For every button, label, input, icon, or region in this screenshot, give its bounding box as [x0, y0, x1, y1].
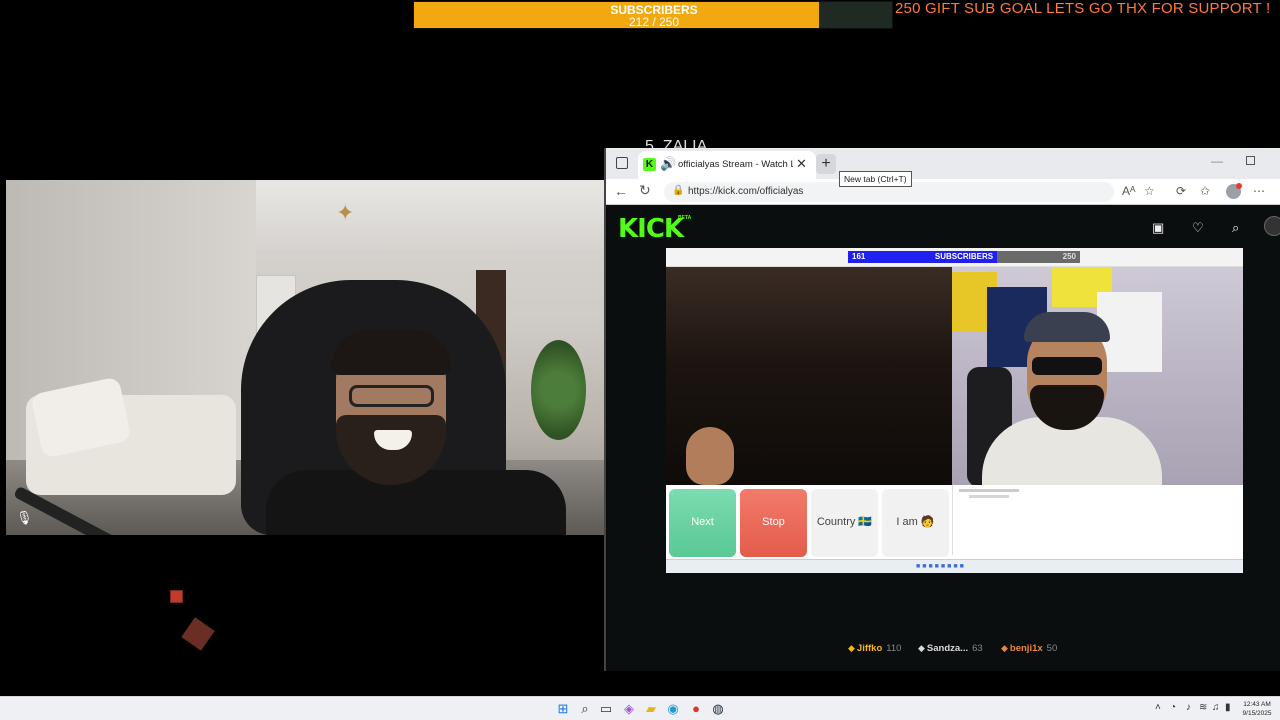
- tab-title: officialyas Stream - Watch Li: [678, 159, 793, 170]
- leader-name: Sandza...: [926, 643, 969, 654]
- read-aloud-icon[interactable]: Aᴬ: [1122, 184, 1135, 198]
- leader-count: 110: [886, 643, 902, 654]
- subscribers-goal-bar: SUBSCRIBERS 212 / 250: [413, 1, 893, 29]
- more-icon[interactable]: ⋯: [1253, 184, 1265, 198]
- close-icon[interactable]: ✕: [796, 156, 807, 172]
- decor-sticker: [181, 617, 215, 651]
- kick-logo[interactable]: KICK: [618, 214, 684, 244]
- leader-name: benji1x: [1009, 643, 1043, 654]
- leaderboard-item[interactable]: ◆ Jiffko 110: [848, 643, 901, 654]
- screen: SUBSCRIBERS 212 / 250 250 GIFT SUB GOAL …: [0, 0, 1280, 720]
- mic-icon[interactable]: ♪: [1186, 702, 1191, 713]
- speaker-icon[interactable]: 🔊: [660, 156, 676, 172]
- webcam-plant: [531, 340, 586, 440]
- kick-page: KICK BETA ▣ ♡ ⌕ SUBSCRIBERS 161 250 Next…: [608, 206, 1280, 671]
- task-view-icon[interactable]: ▭: [598, 701, 614, 717]
- next-button[interactable]: Next: [669, 489, 736, 557]
- chat-line: [959, 489, 1019, 492]
- chandelier-icon: ✦: [336, 200, 355, 225]
- url-text[interactable]: https://kick.com/officialyas: [688, 186, 803, 197]
- streamer-webcam: ✦ 🎙: [6, 180, 604, 535]
- player-inner-browser-bar: SUBSCRIBERS 161 250: [666, 248, 1243, 267]
- address-bar-row: ← ↻ 🔒 https://kick.com/officialyas Aᴬ ☆ …: [606, 179, 1280, 205]
- chat-line: [969, 495, 1009, 498]
- edge-icon[interactable]: ◉: [665, 701, 681, 717]
- video-player[interactable]: SUBSCRIBERS 161 250 Next Stop Country 🇸🇪…: [666, 248, 1243, 573]
- subscribers-goal-count: 212 / 250: [628, 15, 680, 29]
- wifi-icon[interactable]: ≋: [1199, 702, 1207, 713]
- inner-subscribers-current: 161: [852, 252, 866, 261]
- volume-icon[interactable]: ♫: [1212, 702, 1220, 713]
- leaderboard-item[interactable]: ◆ benji1x 50: [1001, 643, 1057, 654]
- leader-count: 50: [1046, 643, 1058, 654]
- tab-actions-icon[interactable]: [616, 157, 628, 169]
- streamer-sunglasses: [1032, 357, 1102, 375]
- gift-badge-icon: ◆: [848, 643, 855, 653]
- inner-subscribers-bar: SUBSCRIBERS 161 250: [848, 251, 1080, 263]
- search-icon[interactable]: ⌕: [1232, 220, 1239, 236]
- inner-subscribers-max: 250: [1062, 252, 1076, 261]
- streamer-glasses: [349, 385, 434, 407]
- country-button[interactable]: Country 🇸🇪: [811, 489, 878, 557]
- tab-kick-stream[interactable]: K 🔊 officialyas Stream - Watch Li ✕: [638, 151, 816, 179]
- reload-icon[interactable]: ↻: [639, 182, 651, 199]
- extensions-icon[interactable]: ⟳: [1176, 184, 1186, 198]
- leader-count: 63: [972, 643, 983, 654]
- new-tab-button[interactable]: +: [816, 154, 836, 174]
- chevron-up-icon[interactable]: ˄: [1155, 702, 1161, 713]
- leaderboard-item[interactable]: ◆ Sandza... 63: [918, 643, 983, 654]
- stranger-face: [686, 427, 734, 485]
- clock[interactable]: 12:43 AM 9/15/2025: [1238, 700, 1276, 718]
- following-icon[interactable]: ♡: [1192, 220, 1204, 236]
- new-tab-tooltip: New tab (Ctrl+T): [839, 171, 912, 187]
- lock-icon[interactable]: 🔒: [672, 185, 684, 196]
- notification-dot: [1236, 183, 1242, 189]
- browse-icon[interactable]: ▣: [1152, 220, 1164, 236]
- clock-date: 9/15/2025: [1242, 710, 1272, 717]
- inner-taskbar: ■■■■■■■■: [666, 559, 1243, 573]
- leader-name: Jiffko: [856, 643, 883, 654]
- mic-muted-icon: 🎙: [16, 510, 33, 525]
- search-icon[interactable]: ⌕: [577, 701, 593, 717]
- back-icon[interactable]: ←: [614, 183, 628, 199]
- inner-subscribers-title: SUBSCRIBERS: [934, 252, 994, 261]
- gifter-leaderboard: ◆ Jiffko 110 ◆ Sandza... 63 ◆ benji1x 50: [608, 643, 1280, 659]
- windows-start-icon[interactable]: ⊞: [555, 701, 571, 717]
- inner-taskbar-icons: ■■■■■■■■: [916, 563, 966, 570]
- steam-icon[interactable]: ◍: [710, 701, 726, 717]
- tab-strip: K 🔊 officialyas Stream - Watch Li ✕ + Ne…: [606, 148, 1280, 187]
- copilot-icon[interactable]: ◈: [621, 701, 637, 717]
- streamer-body: [266, 470, 566, 535]
- gift-badge-icon: ◆: [1001, 643, 1008, 653]
- favorite-icon[interactable]: ☆: [1144, 184, 1155, 198]
- decor-sticker: [170, 590, 183, 603]
- clock-time: 12:43 AM: [1243, 701, 1271, 708]
- stop-button[interactable]: Stop: [740, 489, 807, 557]
- streamer-cap: [1024, 312, 1110, 342]
- kick-beta-label: BETA: [678, 215, 692, 221]
- gender-button[interactable]: I am 🧑: [882, 489, 949, 557]
- browser-window: K 🔊 officialyas Stream - Watch Li ✕ + Ne…: [604, 148, 1280, 671]
- user-avatar[interactable]: [1264, 216, 1280, 236]
- streamer-camera: [952, 267, 1243, 487]
- app-icon[interactable]: ●: [688, 701, 704, 717]
- network-icon[interactable]: ◔: [1170, 702, 1176, 713]
- stranger-camera: [666, 267, 952, 485]
- favorites-list-icon[interactable]: ✩: [1200, 184, 1210, 198]
- goal-message: 250 GIFT SUB GOAL LETS GO THX FOR SUPPOR…: [895, 0, 1271, 17]
- minimize-button[interactable]: —: [1211, 154, 1223, 168]
- streamer-hair: [331, 330, 451, 375]
- os-taskbar: ⊞ ⌕ ▭ ◈ ▰ ◉ ● ◍ ˄ ◔ ♪ ≋ ♫ ▮ 12:43 AM 9/1…: [0, 696, 1280, 720]
- inner-chat-panel: [952, 485, 1243, 555]
- battery-icon[interactable]: ▮: [1225, 702, 1231, 713]
- kick-favicon-icon: K: [643, 158, 656, 171]
- gift-badge-icon: ◆: [918, 643, 925, 653]
- maximize-button[interactable]: [1246, 156, 1255, 165]
- file-explorer-icon[interactable]: ▰: [643, 701, 659, 717]
